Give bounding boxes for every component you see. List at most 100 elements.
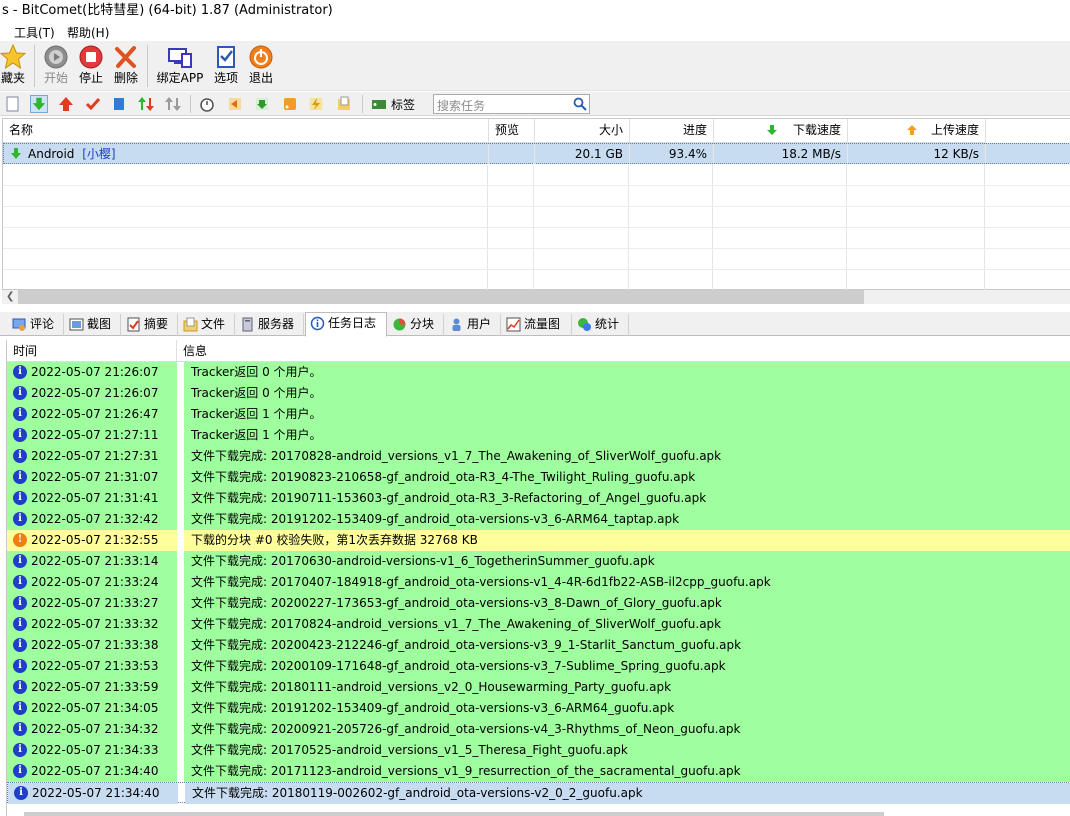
lightning-icon[interactable] [307, 95, 325, 113]
folder-doc-icon[interactable] [335, 95, 353, 113]
warning-icon: ! [13, 533, 27, 547]
log-row[interactable]: i 2022-05-07 21:33:24 文件下载完成: 20170407-184… [7, 572, 1070, 593]
rss-icon[interactable] [281, 95, 299, 113]
log-row[interactable]: ! 2022-05-07 21:32:55 下载的分块 #0 校验失败，第1次丢弃数… [7, 530, 1070, 551]
tab-traffic-chart[interactable]: 流量图 [502, 314, 572, 336]
tab-summary[interactable]: 摘要 [122, 314, 178, 336]
tag-icon[interactable] [370, 95, 388, 113]
log-row[interactable]: i 2022-05-07 21:26:07 Tracker返回 0 个用户。 [7, 362, 1070, 383]
delete-icon [115, 46, 136, 68]
log-message: 文件下载完成: 20170630-android-versions-v1_6_T… [184, 551, 1070, 572]
column-size[interactable]: 大小 [535, 119, 630, 143]
log-message: 文件下载完成: 20200227-173653-gf_android_ota-v… [184, 593, 1070, 614]
options-button[interactable]: 选项 [210, 43, 242, 89]
start-button[interactable]: 开始 [40, 43, 72, 89]
log-row[interactable]: i 2022-05-07 21:27:11 Tracker返回 1 个用户。 [7, 425, 1070, 446]
log-time-cell: i 2022-05-07 21:34:32 [7, 719, 177, 740]
log-time: 2022-05-07 21:33:24 [31, 575, 159, 589]
log-row[interactable]: i 2022-05-07 21:33:14 文件下载完成: 20170630-and… [7, 551, 1070, 572]
log-row[interactable]: i 2022-05-07 21:34:05 文件下载完成: 20191202-153… [7, 698, 1070, 719]
log-row[interactable]: i 2022-05-07 21:27:31 文件下载完成: 20170828-and… [7, 446, 1070, 467]
log-column-message[interactable]: 信息 [177, 340, 1070, 362]
tab-statistics[interactable]: 统计 [573, 314, 629, 336]
exit-button[interactable]: 退出 [245, 43, 277, 89]
info-icon: i [13, 575, 27, 589]
scroll-thumb[interactable] [18, 290, 864, 304]
tab-users[interactable]: 用户 [445, 314, 501, 336]
log-column-time[interactable]: 时间 [7, 340, 177, 362]
task-name-cell: Android [小樱] [4, 144, 489, 164]
log-row[interactable]: i 2022-05-07 21:32:42 文件下载完成: 20191202-153… [7, 509, 1070, 530]
log-row[interactable]: i 2022-05-07 21:33:38 文件下载完成: 20200423-212… [7, 635, 1070, 656]
stop-button[interactable]: 停止 [75, 43, 107, 89]
exit-icon [249, 45, 273, 69]
info-icon: i [13, 617, 27, 631]
check-icon[interactable] [84, 95, 102, 113]
log-row[interactable]: i 2022-05-07 21:31:07 文件下载完成: 20190823-210… [7, 467, 1070, 488]
menu-help[interactable]: 帮助(H) [67, 24, 109, 41]
bind-app-icon [168, 48, 192, 68]
log-row[interactable]: i 2022-05-07 21:26:47 Tracker返回 1 个用户。 [7, 404, 1070, 425]
log-time: 2022-05-07 21:26:07 [31, 386, 159, 400]
log-time-cell: i 2022-05-07 21:33:38 [7, 635, 177, 656]
log-time-cell: i 2022-05-07 21:33:14 [7, 551, 177, 572]
task-tag[interactable]: [小樱] [82, 147, 115, 161]
log-hscroll-thumb[interactable] [24, 812, 884, 816]
info-icon: i [14, 786, 28, 800]
up-down-arrows-icon[interactable] [137, 95, 155, 113]
task-row[interactable]: Android [小樱] 20.1 GB 93.4% 18.2 MB/s 12 … [3, 143, 1070, 164]
blue-file-icon[interactable] [110, 95, 128, 113]
column-progress[interactable]: 进度 [630, 119, 714, 143]
log-time-cell: i 2022-05-07 21:31:41 [7, 488, 177, 509]
star-icon [0, 44, 26, 70]
log-message: 文件下载完成: 20191202-153409-gf_android_ota-v… [184, 509, 1070, 530]
search-icon[interactable] [573, 97, 587, 111]
log-row[interactable]: i 2022-05-07 21:33:53 文件下载完成: 20200109-171… [7, 656, 1070, 677]
log-time-cell: i 2022-05-07 21:33:24 [7, 572, 177, 593]
log-row[interactable]: i 2022-05-07 21:26:07 Tracker返回 0 个用户。 [7, 383, 1070, 404]
log-row[interactable]: i 2022-05-07 21:34:33 文件下载完成: 20170525-and… [7, 740, 1070, 761]
new-task-icon[interactable] [4, 95, 22, 113]
column-upload-speed[interactable]: 上传速度 [848, 119, 986, 143]
column-download-speed[interactable]: 下载速度 [714, 119, 848, 143]
log-row[interactable]: i 2022-05-07 21:34:40 文件下载完成: 20180119-002… [7, 782, 1070, 804]
timer-icon[interactable] [198, 95, 216, 113]
tab-comments[interactable]: 评论 [8, 314, 64, 336]
green-download-icon[interactable] [253, 95, 271, 113]
task-list-hscroll[interactable]: ❮ [2, 290, 1070, 304]
tab-screenshots[interactable]: 截图 [65, 314, 121, 336]
column-preview[interactable]: 预览 [489, 119, 535, 143]
search-input[interactable]: 搜索任务 [433, 94, 590, 114]
log-row[interactable]: i 2022-05-07 21:33:27 文件下载完成: 20200227-173… [7, 593, 1070, 614]
info-icon: i [13, 449, 27, 463]
tab-servers[interactable]: 服务器 [236, 314, 304, 336]
info-icon: i [13, 722, 27, 736]
delete-button[interactable]: 删除 [110, 43, 142, 89]
log-row[interactable]: i 2022-05-07 21:34:40 文件下载完成: 20171123-and… [7, 761, 1070, 782]
upload-speed-icon [907, 125, 917, 135]
log-time: 2022-05-07 21:26:07 [31, 365, 159, 379]
info-icon: i [13, 491, 27, 505]
log-row[interactable]: i 2022-05-07 21:34:32 文件下载完成: 20200921-205… [7, 719, 1070, 740]
log-row[interactable]: i 2022-05-07 21:31:41 文件下载完成: 20190711-153… [7, 488, 1070, 509]
bind-app-button[interactable]: 绑定APP [155, 43, 205, 89]
gray-arrows-icon[interactable] [164, 95, 182, 113]
log-time: 2022-05-07 21:32:42 [31, 512, 159, 526]
tab-pieces[interactable]: 分块 [388, 314, 444, 336]
tags-label[interactable]: 标签 [391, 96, 415, 113]
download-arrow-icon[interactable] [30, 95, 48, 113]
log-row[interactable]: i 2022-05-07 21:33:59 文件下载完成: 20180111-and… [7, 677, 1070, 698]
orange-arrow-icon[interactable] [226, 95, 244, 113]
options-icon [217, 46, 235, 68]
empty-row [3, 186, 1070, 207]
log-time: 2022-05-07 21:32:55 [31, 533, 159, 547]
menu-tools[interactable]: 工具(T) [14, 24, 55, 41]
upload-arrow-icon[interactable] [57, 95, 75, 113]
favorites-button[interactable]: 藏夹 [0, 43, 30, 89]
toolbar-separator [190, 95, 191, 113]
tab-files[interactable]: 文件 [179, 314, 235, 336]
tab-task-log[interactable]: 任务日志 [305, 312, 387, 337]
column-name[interactable]: 名称 [3, 119, 489, 143]
log-row[interactable]: i 2022-05-07 21:33:32 文件下载完成: 20170824-and… [7, 614, 1070, 635]
scroll-left-icon[interactable]: ❮ [6, 290, 14, 304]
